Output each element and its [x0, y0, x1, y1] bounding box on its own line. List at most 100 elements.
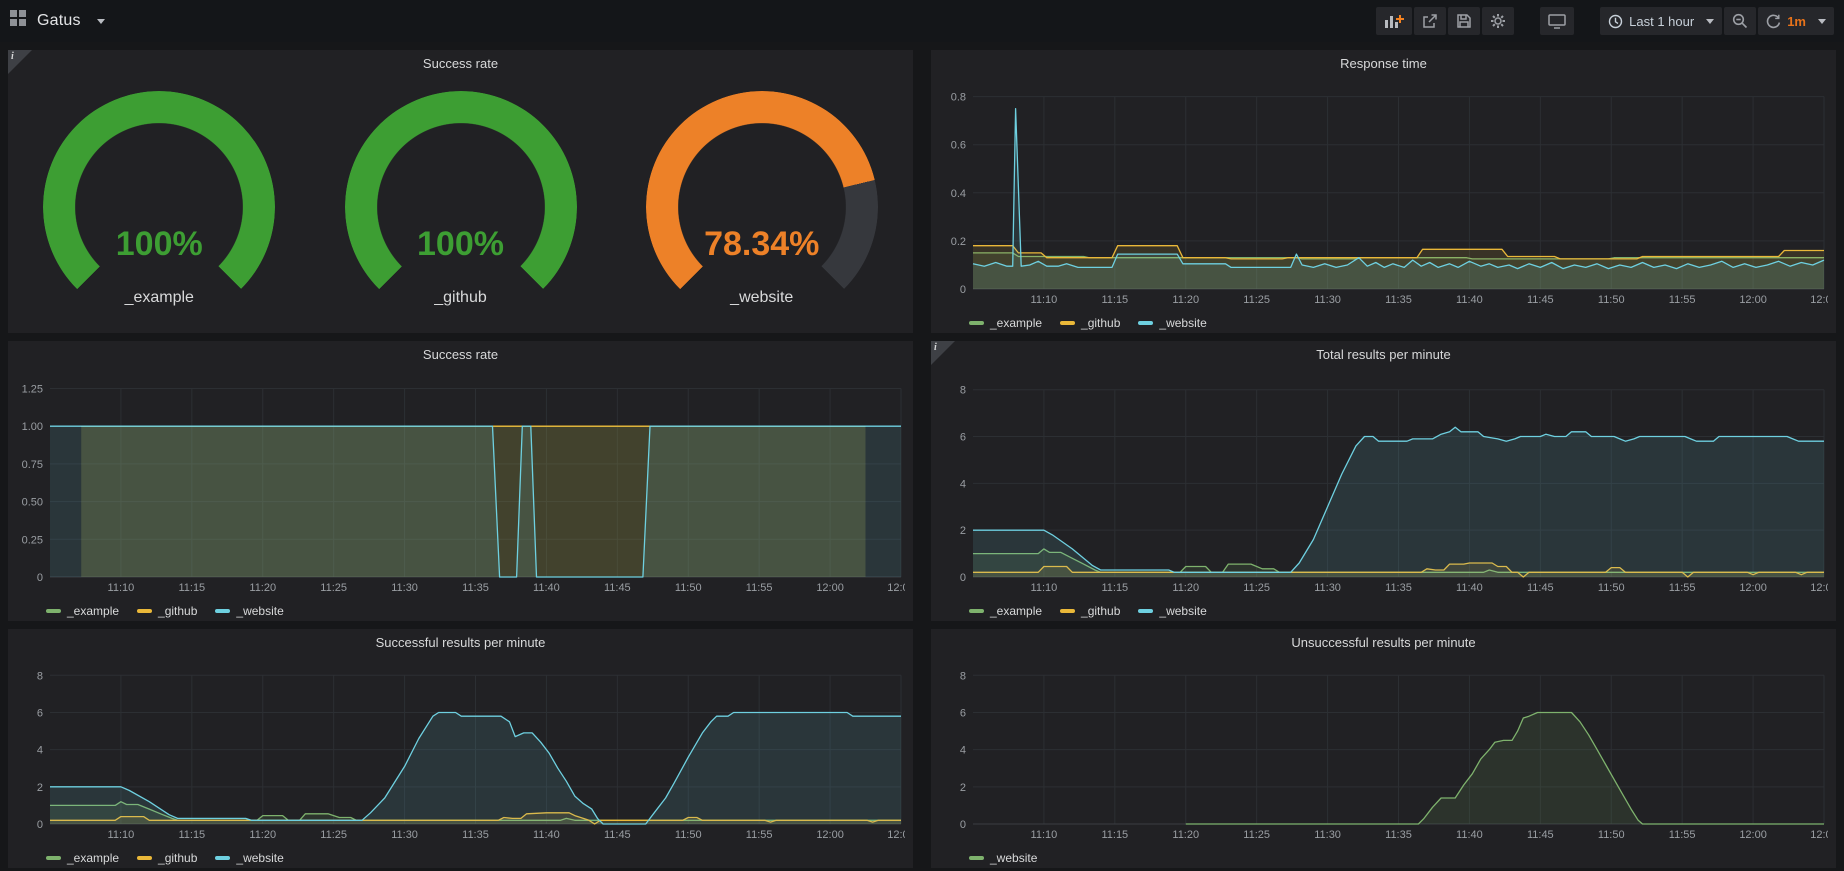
- svg-text:11:50: 11:50: [1598, 294, 1625, 306]
- dashboard-caret-icon[interactable]: [97, 19, 105, 24]
- svg-text:12:00: 12:00: [1739, 829, 1767, 841]
- share-button[interactable]: [1414, 7, 1446, 35]
- svg-text:11:50: 11:50: [1598, 582, 1625, 594]
- legend-color-swatch: [1138, 609, 1153, 613]
- refresh-button[interactable]: 1m: [1758, 7, 1834, 35]
- legend-label: _github: [158, 604, 197, 618]
- legend-item-_example[interactable]: _example: [46, 851, 119, 865]
- legend-label: _github: [1081, 316, 1120, 330]
- legend-item-_example[interactable]: _example: [969, 604, 1042, 618]
- svg-text:11:10: 11:10: [1031, 582, 1058, 594]
- panel-success-rate-graph: Success rate 11:1011:1511:2011:2511:3011…: [8, 341, 913, 621]
- time-range-label: Last 1 hour: [1629, 14, 1694, 29]
- svg-text:0.4: 0.4: [951, 188, 966, 200]
- svg-text:11:15: 11:15: [1101, 582, 1128, 594]
- chart-canvas: 11:1011:1511:2011:2511:3011:3511:4011:45…: [14, 658, 905, 844]
- dashboard-title[interactable]: Gatus: [37, 12, 81, 30]
- svg-text:11:25: 11:25: [1243, 829, 1270, 841]
- legend-item-_github[interactable]: _github: [1060, 316, 1120, 330]
- svg-text:11:30: 11:30: [1314, 294, 1341, 306]
- svg-text:0: 0: [37, 819, 43, 831]
- gauge-_github: 100%_github: [311, 79, 611, 327]
- svg-text:11:45: 11:45: [604, 829, 631, 841]
- svg-text:11:45: 11:45: [1527, 829, 1554, 841]
- legend-item-_example[interactable]: _example: [46, 604, 119, 618]
- legend-color-swatch: [1060, 609, 1075, 613]
- legend-item-_github[interactable]: _github: [137, 604, 197, 618]
- svg-text:11:15: 11:15: [1101, 829, 1128, 841]
- panel-title[interactable]: Response time: [931, 50, 1836, 77]
- legend-color-swatch: [969, 609, 984, 613]
- panel-title[interactable]: Success rate: [8, 341, 913, 368]
- panel-title[interactable]: Successful results per minute: [8, 629, 913, 656]
- svg-text:1.25: 1.25: [22, 384, 43, 396]
- legend-color-swatch: [215, 856, 230, 860]
- svg-text:11:25: 11:25: [320, 582, 347, 594]
- chart-canvas: 11:1011:1511:2011:2511:3011:3511:4011:45…: [937, 658, 1828, 844]
- successful-results-chart[interactable]: 11:1011:1511:2011:2511:3011:3511:4011:45…: [14, 658, 905, 844]
- svg-text:11:40: 11:40: [533, 829, 560, 841]
- legend-color-swatch: [969, 856, 984, 860]
- legend-item-_website[interactable]: _website: [1138, 316, 1206, 330]
- panel-info-icon[interactable]: i: [931, 341, 955, 365]
- response-time-chart[interactable]: 11:1011:1511:2011:2511:3011:3511:4011:45…: [937, 79, 1828, 309]
- legend-item-_github[interactable]: _github: [1060, 604, 1120, 618]
- gauge-value: 78.34%: [612, 225, 912, 264]
- legend-label: _example: [990, 604, 1042, 618]
- svg-text:0: 0: [960, 819, 966, 831]
- legend-item-_website[interactable]: _website: [969, 851, 1037, 865]
- add-panel-button[interactable]: [1376, 7, 1412, 35]
- total-results-chart[interactable]: 11:1011:1511:2011:2511:3011:3511:4011:45…: [937, 370, 1828, 597]
- svg-text:0.6: 0.6: [951, 140, 966, 152]
- svg-text:11:25: 11:25: [1243, 582, 1270, 594]
- svg-text:12:00: 12:00: [816, 582, 844, 594]
- legend-item-_website[interactable]: _website: [215, 851, 283, 865]
- tv-mode-button[interactable]: [1540, 7, 1574, 35]
- time-range-picker[interactable]: Last 1 hour: [1600, 7, 1722, 35]
- svg-text:0.50: 0.50: [22, 497, 43, 509]
- svg-text:11:20: 11:20: [249, 829, 276, 841]
- zoom-out-button[interactable]: [1724, 7, 1756, 35]
- svg-text:11:35: 11:35: [1385, 582, 1412, 594]
- dashboard-grid-icon[interactable]: [10, 10, 27, 32]
- svg-text:11:50: 11:50: [1598, 829, 1625, 841]
- success-rate-chart[interactable]: 11:1011:1511:2011:2511:3011:3511:4011:45…: [14, 370, 905, 597]
- save-button[interactable]: [1448, 7, 1480, 35]
- chart-legend: _example _github _website: [46, 604, 284, 618]
- svg-text:12:05: 12:05: [887, 829, 905, 841]
- gauge-_example: 100%_example: [9, 79, 309, 327]
- legend-item-_github[interactable]: _github: [137, 851, 197, 865]
- svg-text:8: 8: [960, 670, 966, 682]
- legend-item-_example[interactable]: _example: [969, 316, 1042, 330]
- gauge-value: 100%: [9, 225, 309, 264]
- legend-label: _github: [158, 851, 197, 865]
- settings-button[interactable]: [1482, 7, 1514, 35]
- svg-text:11:40: 11:40: [1456, 294, 1483, 306]
- svg-text:0.25: 0.25: [22, 534, 43, 546]
- svg-text:11:55: 11:55: [1669, 582, 1696, 594]
- svg-text:11:25: 11:25: [1243, 294, 1270, 306]
- svg-text:11:35: 11:35: [1385, 829, 1412, 841]
- svg-text:11:30: 11:30: [1314, 829, 1341, 841]
- unsuccessful-results-chart[interactable]: 11:1011:1511:2011:2511:3011:3511:4011:45…: [937, 658, 1828, 844]
- panel-title[interactable]: Unsuccessful results per minute: [931, 629, 1836, 656]
- dashboard-grid: i Success rate 100%_example100%_github78…: [8, 50, 1836, 868]
- legend-label: _github: [1081, 604, 1120, 618]
- legend-color-swatch: [46, 856, 61, 860]
- svg-text:11:10: 11:10: [1031, 294, 1058, 306]
- svg-text:11:35: 11:35: [462, 829, 489, 841]
- legend-item-_website[interactable]: _website: [1138, 604, 1206, 618]
- refresh-icon: [1766, 14, 1781, 29]
- legend-item-_website[interactable]: _website: [215, 604, 283, 618]
- legend-color-swatch: [1060, 321, 1075, 325]
- svg-text:11:40: 11:40: [1456, 582, 1483, 594]
- panel-title[interactable]: Total results per minute: [931, 341, 1836, 368]
- legend-color-swatch: [215, 609, 230, 613]
- panel-info-icon[interactable]: i: [8, 50, 32, 74]
- svg-text:12:00: 12:00: [1739, 294, 1767, 306]
- svg-text:11:35: 11:35: [462, 582, 489, 594]
- svg-text:11:40: 11:40: [533, 582, 560, 594]
- refresh-interval-label: 1m: [1787, 14, 1806, 29]
- chart-legend: _website: [969, 851, 1037, 865]
- panel-title[interactable]: Success rate: [8, 50, 913, 77]
